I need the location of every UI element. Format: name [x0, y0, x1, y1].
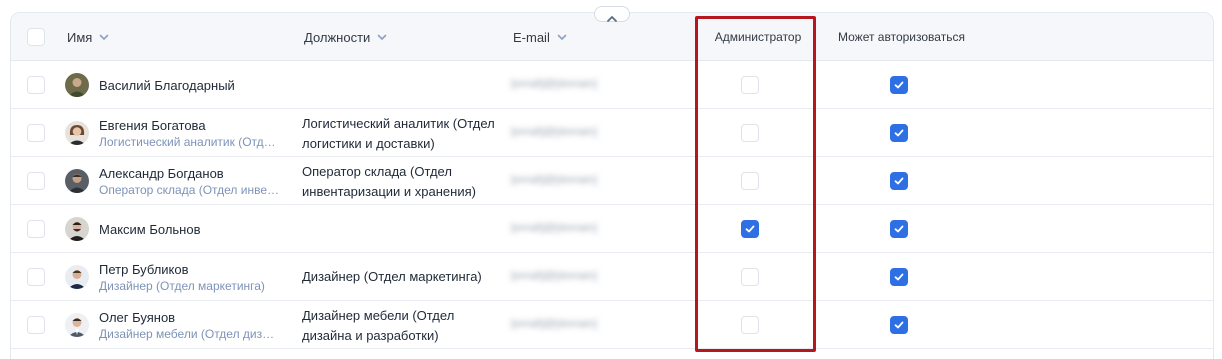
user-email: [email]@[domain]	[511, 270, 597, 282]
collapse-button[interactable]	[594, 6, 630, 22]
avatar	[65, 121, 89, 145]
user-position-subtitle: Логистический аналитик (Отд…	[99, 135, 276, 149]
user-email: [email]@[domain]	[511, 126, 597, 138]
table-row[interactable]: Петр Бубликов Дизайнер (Отдел маркетинга…	[11, 253, 1213, 301]
user-position: Оператор склада (Отдел инвентаризации и …	[302, 164, 476, 199]
column-header-positions-label: Должности	[304, 29, 371, 45]
avatar	[65, 73, 89, 97]
column-header-email[interactable]: E-mail	[513, 13, 567, 61]
column-header-email-label: E-mail	[513, 29, 550, 45]
can-login-checkbox[interactable]	[890, 220, 908, 238]
avatar	[65, 217, 89, 241]
user-name[interactable]: Василий Благодарный	[99, 78, 235, 93]
chevron-up-icon	[606, 10, 618, 22]
user-email: [email]@[domain]	[511, 222, 597, 234]
user-email: [email]@[domain]	[511, 78, 597, 90]
user-position-subtitle: Оператор склада (Отдел инве…	[99, 183, 279, 197]
user-name[interactable]: Максим Больнов	[99, 222, 201, 237]
user-position-subtitle: Дизайнер (Отдел маркетинга)	[99, 279, 265, 293]
admin-checkbox[interactable]	[741, 76, 759, 94]
user-position: Логистический аналитик (Отдел логистики …	[302, 116, 495, 151]
row-select-checkbox[interactable]	[27, 172, 45, 190]
can-login-checkbox[interactable]	[890, 172, 908, 190]
chevron-down-icon	[99, 32, 109, 42]
admin-checkbox[interactable]	[741, 268, 759, 286]
user-name[interactable]: Олег Буянов	[99, 310, 175, 325]
user-position: Дизайнер (Отдел маркетинга)	[302, 269, 482, 284]
admin-checkbox[interactable]	[741, 220, 759, 238]
column-header-admin: Администратор	[709, 13, 807, 61]
user-email: [email]@[domain]	[511, 318, 597, 330]
user-position-subtitle: Дизайнер мебели (Отдел диз…	[99, 327, 275, 341]
select-all-checkbox[interactable]	[27, 28, 45, 46]
column-header-can-login: Может авторизоваться	[838, 13, 965, 61]
can-login-checkbox[interactable]	[890, 124, 908, 142]
user-position: Дизайнер мебели (Отдел дизайна и разрабо…	[302, 308, 455, 343]
user-name[interactable]: Петр Бубликов	[99, 262, 189, 277]
column-header-name-label: Имя	[67, 29, 93, 45]
table-row[interactable]: Василий Благодарный [email]@[domain]	[11, 61, 1213, 109]
column-header-positions[interactable]: Должности	[304, 13, 387, 61]
table-row[interactable]: Александр Богданов Оператор склада (Отде…	[11, 157, 1213, 205]
row-select-checkbox[interactable]	[27, 76, 45, 94]
row-select-checkbox[interactable]	[27, 220, 45, 238]
avatar	[65, 169, 89, 193]
can-login-checkbox[interactable]	[890, 316, 908, 334]
column-header-name[interactable]: Имя	[67, 13, 109, 61]
user-email: [email]@[domain]	[511, 174, 597, 186]
can-login-checkbox[interactable]	[890, 76, 908, 94]
table-row[interactable]: Евгения Богатова Логистический аналитик …	[11, 109, 1213, 157]
admin-checkbox[interactable]	[741, 172, 759, 190]
users-table: Имя Должности E-mail Администратор Может…	[10, 12, 1214, 359]
user-name[interactable]: Евгения Богатова	[99, 118, 206, 133]
user-name[interactable]: Александр Богданов	[99, 166, 224, 181]
admin-checkbox[interactable]	[741, 124, 759, 142]
chevron-down-icon	[557, 32, 567, 42]
row-select-checkbox[interactable]	[27, 316, 45, 334]
table-row[interactable]: Олег Буянов Дизайнер мебели (Отдел диз… …	[11, 301, 1213, 349]
admin-checkbox[interactable]	[741, 316, 759, 334]
column-header-admin-label: Администратор	[714, 30, 802, 44]
column-header-can-login-label: Может авторизоваться	[838, 30, 965, 44]
row-select-checkbox[interactable]	[27, 268, 45, 286]
chevron-down-icon	[377, 32, 387, 42]
can-login-checkbox[interactable]	[890, 268, 908, 286]
avatar	[65, 265, 89, 289]
row-select-checkbox[interactable]	[27, 124, 45, 142]
table-row[interactable]: Максим Больнов [email]@[domain]	[11, 205, 1213, 253]
avatar	[65, 313, 89, 337]
